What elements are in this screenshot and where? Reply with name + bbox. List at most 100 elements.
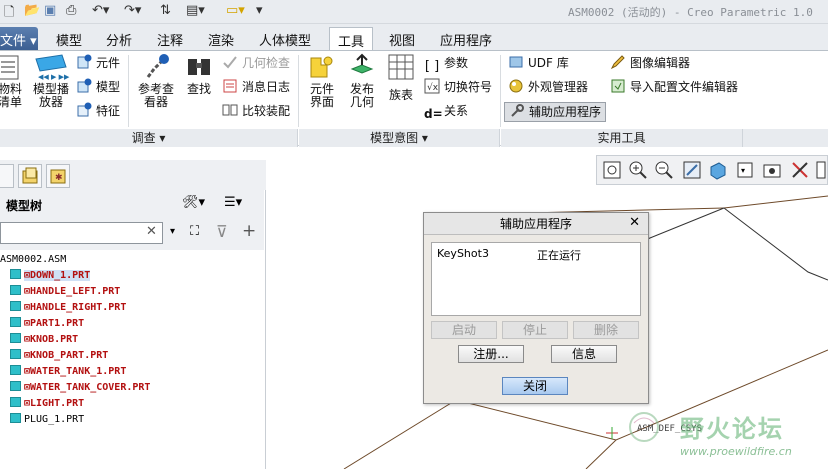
relations-button[interactable]: d=关系 bbox=[424, 102, 468, 122]
auxiliary-applications-dialog: 辅助应用程序 ✕ KeyShot3 正在运行 启动 停止 删除 注册... 信息… bbox=[423, 212, 649, 404]
image-editor-button[interactable]: 图像编辑器 bbox=[610, 54, 690, 74]
display-style-icon[interactable] bbox=[707, 159, 729, 181]
clear-search-icon[interactable]: ✕ bbox=[146, 224, 157, 239]
geometry-check-button[interactable]: 几何检查 bbox=[222, 54, 290, 74]
filter-icon[interactable]: ⊽ bbox=[216, 222, 228, 241]
watermark-text: 野火论坛 bbox=[680, 415, 784, 443]
parameters-button[interactable]: [ ] 参数 bbox=[424, 54, 468, 74]
print-icon[interactable]: ⎙ bbox=[66, 3, 76, 19]
tree-item[interactable]: ⊠WATER_TANK_COVER.PRT bbox=[10, 380, 150, 396]
customize-qat-icon[interactable]: ▾ bbox=[256, 3, 263, 19]
tree-item[interactable]: ⊠DOWN_1.PRT bbox=[10, 268, 91, 284]
svg-text:▾: ▾ bbox=[741, 166, 745, 175]
search-dropdown-icon[interactable]: ▾ bbox=[170, 226, 175, 237]
zoom-out-icon[interactable] bbox=[653, 159, 675, 181]
toolbar-overflow-icon[interactable] bbox=[815, 159, 827, 181]
windows-icon[interactable]: ▤▾ bbox=[186, 3, 205, 19]
component-info-icon bbox=[77, 54, 92, 69]
component-interface-button[interactable]: 元件 界面 bbox=[304, 53, 340, 109]
tab-model-tree[interactable] bbox=[0, 164, 14, 188]
bom-button[interactable]: 物料 清单 bbox=[0, 53, 24, 109]
switch-symbols-button[interactable]: √x 切换符号 bbox=[424, 78, 492, 98]
add-icon[interactable]: + bbox=[242, 221, 256, 241]
appearance-manager-button[interactable]: 外观管理器 bbox=[508, 78, 588, 98]
svg-text:◀◀ ▶ ▶▶: ◀◀ ▶ ▶▶ bbox=[38, 73, 70, 81]
open-file-icon[interactable]: 📂 bbox=[24, 3, 40, 19]
datum-display-icon[interactable] bbox=[789, 159, 811, 181]
group-investigate-footer[interactable]: 调查 ▾ bbox=[0, 129, 298, 147]
saved-orientations-icon[interactable]: ▾ bbox=[735, 159, 757, 181]
tab-applications[interactable]: 应用程序 bbox=[432, 27, 500, 50]
config-editor-button[interactable]: 导入配置文件编辑器 bbox=[610, 78, 738, 98]
refit-icon[interactable] bbox=[601, 159, 623, 181]
tree-item[interactable]: ⊠KNOB_PART.PRT bbox=[10, 348, 108, 364]
brackets-icon: [ ] bbox=[424, 59, 440, 74]
tree-item[interactable]: ⊠WATER_TANK_1.PRT bbox=[10, 364, 126, 380]
find-button[interactable]: 查找 bbox=[184, 53, 214, 96]
model-tree-search-input[interactable] bbox=[0, 222, 163, 244]
show-menu-icon[interactable]: ☰▾ bbox=[224, 195, 242, 210]
appearance-manager-icon bbox=[509, 79, 523, 93]
tab-render[interactable]: 渲染 bbox=[200, 27, 242, 50]
register-button[interactable]: 注册... bbox=[458, 345, 524, 363]
model-player-button[interactable]: ◀◀ ▶ ▶▶ 模型播 放器 bbox=[30, 53, 72, 109]
zoom-in-icon[interactable] bbox=[627, 159, 649, 181]
find-icon[interactable]: ⛶ bbox=[190, 224, 199, 239]
stop-button[interactable]: 停止 bbox=[502, 321, 568, 339]
component-info-button[interactable]: 元件 bbox=[76, 54, 120, 74]
part-icon bbox=[10, 365, 21, 375]
new-file-icon[interactable]: 🗋 bbox=[4, 3, 14, 20]
feature-info-button[interactable]: 特征 bbox=[76, 102, 120, 122]
svg-text:√x: √x bbox=[427, 82, 439, 93]
compare-icon bbox=[222, 104, 238, 116]
view-manager-icon[interactable] bbox=[761, 159, 783, 181]
application-list[interactable]: KeyShot3 正在运行 bbox=[431, 242, 641, 316]
config-editor-icon bbox=[611, 79, 625, 93]
tab-tools[interactable]: 工具 bbox=[329, 27, 374, 50]
repaint-icon[interactable] bbox=[681, 159, 703, 181]
start-button[interactable]: 启动 bbox=[431, 321, 497, 339]
tree-item[interactable]: PLUG_1.PRT bbox=[10, 412, 84, 428]
tab-view[interactable]: 视图 bbox=[381, 27, 423, 50]
redo-icon[interactable]: ↷▾ bbox=[124, 3, 141, 19]
tab-model[interactable]: 模型 bbox=[48, 27, 90, 50]
tab-annotate[interactable]: 注释 bbox=[149, 27, 191, 50]
tree-item[interactable]: ⊠LIGHT.PRT bbox=[10, 396, 84, 412]
app-name: KeyShot3 bbox=[437, 247, 489, 260]
family-table-button[interactable]: 族表 bbox=[384, 53, 418, 102]
regenerate-icon[interactable]: ⇅ bbox=[160, 3, 171, 19]
undo-icon[interactable]: ↶▾ bbox=[92, 3, 109, 19]
close-icon[interactable]: ✕ bbox=[629, 216, 640, 230]
tree-item-label: ⊠KNOB_PART.PRT bbox=[24, 350, 109, 361]
delete-button[interactable]: 删除 bbox=[573, 321, 639, 339]
tree-item[interactable]: ⊠HANDLE_LEFT.PRT bbox=[10, 284, 120, 300]
tab-analysis[interactable]: 分析 bbox=[98, 27, 140, 50]
udf-library-button[interactable]: UDF 库 bbox=[508, 54, 569, 74]
part-icon bbox=[10, 285, 21, 295]
list-item[interactable]: KeyShot3 正在运行 bbox=[437, 247, 581, 262]
close-button[interactable]: 关闭 bbox=[502, 377, 568, 395]
tab-folder-browser[interactable] bbox=[18, 164, 42, 188]
geometry-check-icon bbox=[223, 56, 237, 69]
tab-manikin[interactable]: 人体模型 bbox=[251, 27, 319, 50]
save-icon[interactable]: ▣ bbox=[44, 3, 56, 19]
model-tree-panel: 模型树 🛠▾ ☰▾ ✕ ▾ ⛶ ⊽ + ASM0002.ASM ⊠DOWN_1.P… bbox=[0, 190, 266, 469]
ribbon: 物料 清单 ◀◀ ▶ ▶▶ 模型播 放器 元件 模型 特征 参考查 看器 查找 几何检… bbox=[0, 50, 828, 147]
compare-assembly-button[interactable]: 比较装配 bbox=[222, 102, 290, 122]
tree-item[interactable]: ⊠KNOB.PRT bbox=[10, 332, 78, 348]
auxiliary-applications-button[interactable]: 辅助应用程序 bbox=[504, 102, 607, 122]
message-log-button[interactable]: 消息日志 bbox=[222, 78, 290, 98]
tab-file[interactable]: 文件 ▾ bbox=[0, 27, 38, 50]
group-model-intent-footer[interactable]: 模型意图 ▾ bbox=[299, 129, 500, 147]
tree-root-assembly[interactable]: ASM0002.ASM bbox=[0, 252, 66, 268]
reference-viewer-button[interactable]: 参考查 看器 bbox=[134, 53, 178, 109]
tree-item[interactable]: ⊠HANDLE_RIGHT.PRT bbox=[10, 300, 126, 316]
tree-item[interactable]: ⊠PART1.PRT bbox=[10, 316, 84, 332]
close-window-icon[interactable]: ▭▾ bbox=[226, 3, 245, 19]
tab-favorites[interactable]: ✱ bbox=[46, 164, 70, 188]
info-button[interactable]: 信息 bbox=[551, 345, 617, 363]
dialog-title-bar: 辅助应用程序 ✕ bbox=[424, 213, 648, 235]
settings-icon[interactable]: 🛠▾ bbox=[182, 195, 205, 210]
model-info-button[interactable]: 模型 bbox=[76, 78, 120, 98]
publish-geometry-button[interactable]: 发布 几何 bbox=[344, 53, 380, 109]
